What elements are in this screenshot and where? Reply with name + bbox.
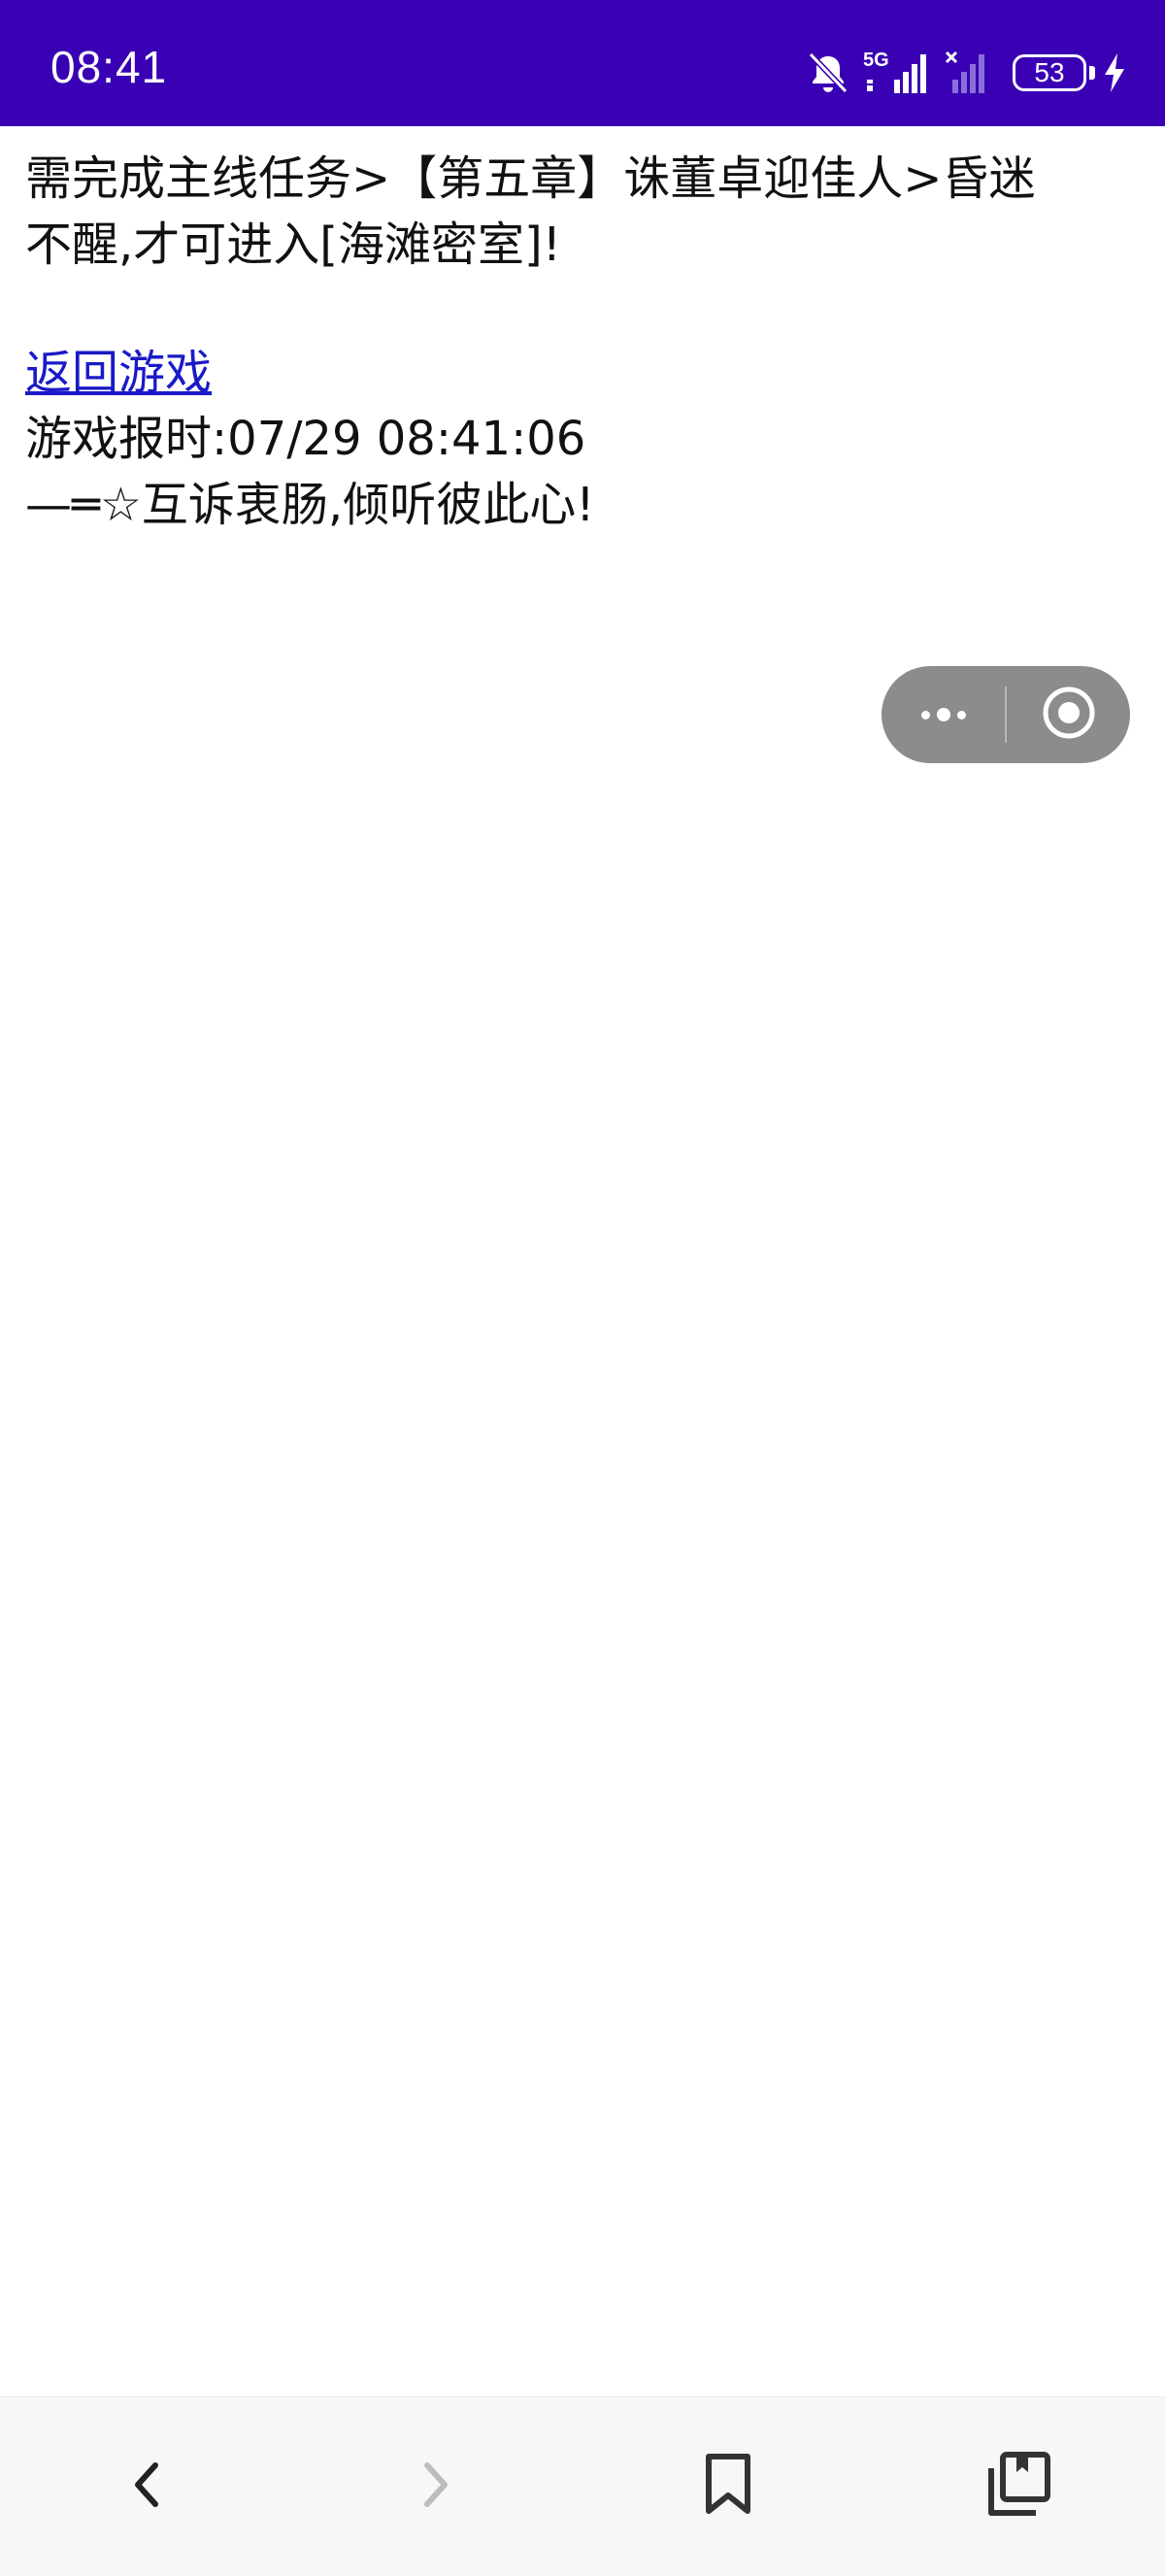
close-target-icon <box>1041 685 1097 745</box>
bottom-navigation <box>0 2396 1165 2576</box>
tabs-icon <box>985 2451 1053 2523</box>
more-dots-icon <box>920 708 966 721</box>
notice-message: 需完成主线任务>【第五章】诛董卓迎佳人>昏迷 不醒,才可进入[海滩密室]! <box>25 146 1142 278</box>
more-button[interactable] <box>882 666 1005 763</box>
back-arrow-icon <box>126 2458 165 2516</box>
notice-line-1: 需完成主线任务>【第五章】诛董卓迎佳人>昏迷 <box>25 151 1036 206</box>
bookmark-icon <box>701 2453 755 2521</box>
status-icons: 5G 53 <box>807 49 1126 97</box>
forward-arrow-icon <box>417 2458 456 2516</box>
status-time: 08:41 <box>50 42 168 92</box>
signal-no-sim-icon <box>945 50 993 95</box>
back-button[interactable] <box>97 2438 194 2535</box>
game-time-report: 游戏报时:07/29 08:41:06 <box>25 412 586 466</box>
notice-line-2: 不醒,才可进入[海滩密室]! <box>25 217 561 272</box>
forward-button[interactable] <box>388 2438 485 2535</box>
slogan-text: —═☆互诉衷肠,倾听彼此心! <box>25 478 595 532</box>
bookmark-button[interactable] <box>680 2438 777 2535</box>
charging-bolt-icon <box>1103 53 1126 92</box>
signal-5g-icon: 5G <box>863 50 931 95</box>
close-button[interactable] <box>1007 666 1130 763</box>
battery-level: 53 <box>1034 57 1065 87</box>
return-to-game-link[interactable]: 返回游戏 <box>25 340 212 406</box>
status-bar: 08:41 5G 53 <box>0 0 1165 126</box>
battery-tip <box>1089 66 1095 80</box>
tabs-button[interactable] <box>971 2438 1068 2535</box>
page-content: 需完成主线任务>【第五章】诛董卓迎佳人>昏迷 不醒,才可进入[海滩密室]! 返回… <box>25 146 1142 538</box>
battery-icon: 53 <box>1013 54 1086 91</box>
capsule-menu <box>882 666 1130 763</box>
bell-muted-icon <box>807 50 849 95</box>
